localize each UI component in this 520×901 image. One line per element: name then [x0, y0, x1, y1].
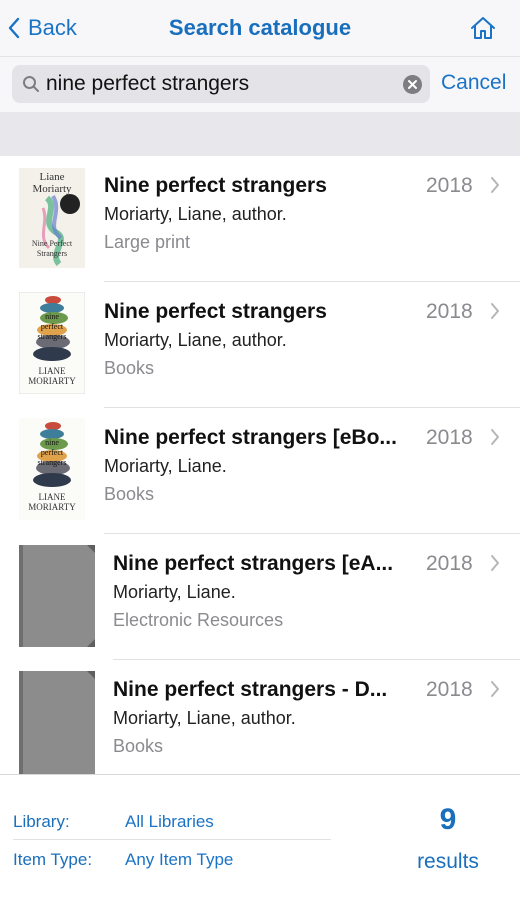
placeholder-cover-image	[19, 545, 95, 647]
navigation-bar: Back Search catalogue	[0, 0, 520, 56]
result-title: Nine perfect strangers	[104, 174, 327, 197]
result-year: 2018	[426, 300, 473, 323]
cover-title: strangers	[38, 458, 67, 467]
list-item[interactable]: Nine perfect strangers [eA... Moriarty, …	[0, 534, 520, 660]
home-icon[interactable]	[470, 16, 496, 40]
result-title: Nine perfect strangers [eBo...	[104, 426, 397, 449]
results-count: 9	[439, 803, 457, 836]
result-author: Moriarty, Liane, author.	[113, 708, 296, 728]
result-author: Moriarty, Liane.	[113, 582, 236, 602]
chevron-left-icon	[8, 17, 20, 39]
page-title: Search catalogue	[168, 15, 352, 40]
section-spacer	[0, 112, 520, 156]
chevron-right-icon	[491, 681, 499, 697]
book-cover-image: nine perfect strangers LIANE MORIARTY	[19, 418, 85, 520]
cover-author: MORIARTY	[28, 502, 76, 512]
result-format: Books	[104, 484, 155, 504]
result-year: 2018	[426, 678, 473, 701]
result-author: Moriarty, Liane, author.	[104, 204, 287, 224]
result-year: 2018	[426, 552, 473, 575]
search-bar: Cancel	[0, 56, 520, 113]
cover-author: MORIARTY	[28, 376, 76, 386]
book-cover-image: Liane Moriarty Nine Perfect Strangers	[19, 168, 85, 268]
cover-title: perfect	[41, 322, 64, 331]
cover-title: Strangers	[37, 249, 67, 258]
search-icon	[23, 76, 39, 92]
cover-author: Moriarty	[32, 183, 72, 195]
item-type-label: Item Type:	[13, 850, 93, 869]
library-selector[interactable]: All Libraries	[125, 812, 214, 832]
result-author: Moriarty, Liane.	[104, 456, 227, 476]
chevron-right-icon	[491, 555, 499, 571]
cover-author: LIANE	[39, 366, 66, 376]
result-format: Large print	[104, 232, 191, 252]
result-title: Nine perfect strangers [eA...	[113, 552, 394, 575]
result-format: Books	[104, 358, 155, 378]
list-item[interactable]: nine perfect strangers LIANE MORIARTY Ni…	[0, 282, 520, 408]
search-field[interactable]	[12, 65, 430, 103]
library-label: Library:	[13, 812, 70, 831]
cover-author: LIANE	[39, 492, 66, 502]
chevron-right-icon	[491, 177, 499, 193]
list-item[interactable]: Liane Moriarty Nine Perfect Strangers Ni…	[0, 156, 520, 282]
chevron-right-icon	[491, 303, 499, 319]
chevron-right-icon	[491, 429, 499, 445]
cover-title: Nine Perfect	[32, 239, 73, 248]
list-item[interactable]: Nine perfect strangers - D... Moriarty, …	[0, 660, 520, 774]
result-year: 2018	[426, 426, 473, 449]
result-title: Nine perfect strangers	[104, 300, 327, 323]
result-author: Moriarty, Liane, author.	[104, 330, 287, 350]
filter-divider	[13, 839, 331, 840]
cover-title: nine	[45, 438, 59, 447]
list-item[interactable]: nine perfect strangers LIANE MORIARTY Ni…	[0, 408, 520, 534]
results-count-label: results	[417, 850, 479, 873]
results-list: Liane Moriarty Nine Perfect Strangers Ni…	[0, 156, 520, 774]
cover-title: nine	[45, 312, 59, 321]
book-cover-image: nine perfect strangers LIANE MORIARTY	[19, 292, 85, 394]
cover-author: Liane	[39, 171, 64, 183]
cover-title: perfect	[41, 448, 64, 457]
result-format: Electronic Resources	[113, 610, 284, 630]
clear-search-icon[interactable]	[403, 75, 422, 94]
back-button[interactable]: Back	[8, 14, 77, 42]
cancel-button[interactable]: Cancel	[441, 71, 506, 95]
filter-footer: Library: All Libraries Item Type: Any It…	[0, 774, 520, 901]
result-year: 2018	[426, 174, 473, 197]
cover-title: strangers	[38, 332, 67, 341]
placeholder-cover-image	[19, 671, 95, 774]
back-label: Back	[28, 15, 77, 40]
result-title: Nine perfect strangers - D...	[113, 678, 388, 701]
result-format: Books	[113, 736, 164, 756]
search-input[interactable]	[46, 65, 396, 103]
item-type-selector[interactable]: Any Item Type	[125, 850, 233, 870]
